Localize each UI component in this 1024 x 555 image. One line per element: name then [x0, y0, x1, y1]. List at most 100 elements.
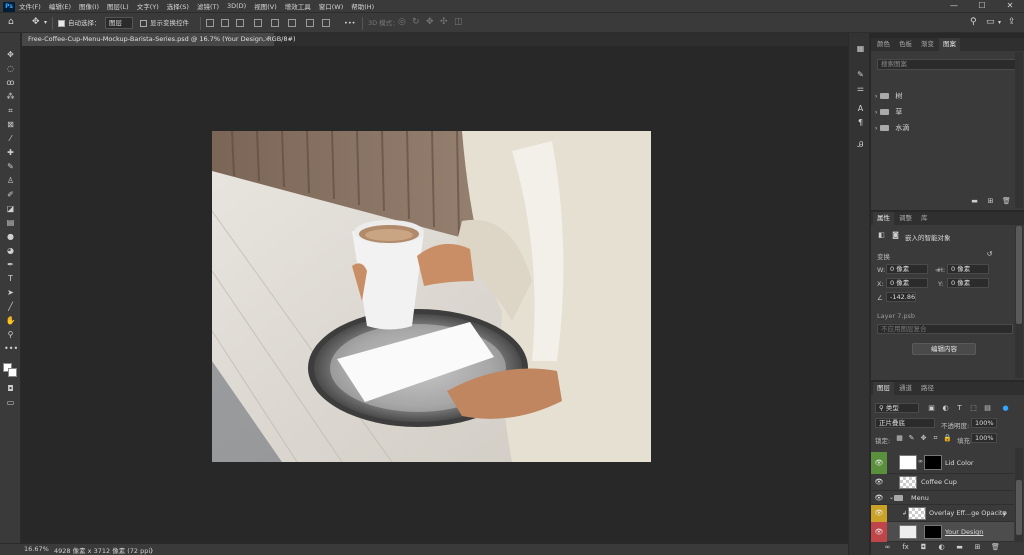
visibility-eye-icon[interactable]: 👁	[871, 522, 887, 542]
menu-filter[interactable]: 滤镜(T)	[197, 1, 219, 11]
frame-tool-icon[interactable]: ⊠	[4, 119, 17, 130]
3d-orbit-icon[interactable]: ◎	[398, 16, 406, 28]
tab-paths[interactable]: 路径	[917, 382, 938, 395]
share-icon[interactable]: ⇪	[1008, 16, 1016, 28]
path-selection-icon[interactable]: ➤	[4, 287, 17, 298]
quick-mask-icon[interactable]: ◘	[4, 383, 17, 394]
crop-tool-icon[interactable]: ⌗	[4, 105, 17, 116]
adjustments-icon[interactable]: ⚌	[855, 83, 866, 94]
edit-toolbar-icon[interactable]: •••	[4, 343, 18, 354]
background-color-swatch[interactable]	[8, 368, 17, 377]
3d-slide-icon[interactable]: ✣	[440, 16, 448, 28]
new-group-icon[interactable]: ▬	[970, 197, 979, 206]
visibility-eye-icon[interactable]: 👁	[871, 452, 887, 474]
layer-group-row[interactable]: 👁 ⌄ Menu	[871, 491, 1014, 505]
new-pattern-icon[interactable]: ⊞	[986, 197, 995, 206]
tab-color[interactable]: 颜色	[873, 38, 894, 51]
lock-position-icon[interactable]: ✥	[919, 434, 928, 443]
lock-image-icon[interactable]: ✎	[907, 434, 916, 443]
tab-patterns[interactable]: 图案	[939, 38, 960, 51]
3d-pan-icon[interactable]: ✥	[426, 16, 434, 28]
brush-settings-icon[interactable]: ✎	[855, 69, 866, 80]
menu-3d[interactable]: 3D(D)	[227, 2, 246, 10]
tab-properties[interactable]: 属性	[873, 212, 894, 225]
visibility-eye-icon[interactable]: 👁	[871, 491, 887, 505]
zoom-level[interactable]: 16.67%	[24, 545, 49, 553]
auto-select-dropdown[interactable]: 图层	[105, 17, 133, 29]
layer-comp-select[interactable]: 不应用图层复合	[877, 324, 1013, 334]
angle-field[interactable]: -142.86	[886, 292, 916, 302]
distribute-icon[interactable]	[306, 19, 314, 27]
filter-pixel-icon[interactable]: ▣	[927, 404, 936, 413]
move-tool-icon[interactable]: ✥	[32, 16, 40, 28]
3d-scale-icon[interactable]: ◫	[454, 16, 463, 28]
pattern-folder-trees[interactable]: › 树	[871, 89, 1024, 104]
filter-shape-icon[interactable]: ⬚	[969, 404, 978, 413]
width-field[interactable]: 0 像素	[886, 264, 928, 274]
chevron-down-icon[interactable]: ▾	[44, 17, 47, 29]
new-group-icon[interactable]: ▬	[955, 543, 964, 552]
menu-image[interactable]: 图像(I)	[79, 1, 99, 11]
blur-tool-icon[interactable]: ●	[4, 231, 17, 242]
eraser-tool-icon[interactable]: ◪	[4, 203, 17, 214]
home-icon[interactable]: ⌂	[8, 16, 14, 28]
close-window-button[interactable]: ✕	[996, 0, 1024, 12]
layer-mask-thumbnail[interactable]	[924, 455, 942, 470]
tab-layers[interactable]: 图层	[873, 382, 894, 395]
color-panel-icon[interactable]: ▦	[855, 43, 866, 54]
distribute-vertical-icon[interactable]	[322, 19, 330, 27]
document-tab[interactable]: Free-Coffee-Cup-Menu-Mockup-Barista-Seri…	[22, 33, 295, 46]
menu-type[interactable]: 文字(Y)	[137, 1, 159, 11]
menu-edit[interactable]: 编辑(E)	[49, 1, 71, 11]
lock-transparent-icon[interactable]: ▦	[895, 434, 904, 443]
layer-mask-thumbnail[interactable]	[924, 525, 942, 539]
glyphs-icon[interactable]: Ꭿ	[855, 139, 866, 150]
tab-gradients[interactable]: 渐变	[917, 38, 938, 51]
link-layers-icon[interactable]: ∞	[883, 543, 892, 552]
search-icon[interactable]: ⚲	[970, 16, 977, 28]
dodge-tool-icon[interactable]: ◕	[4, 245, 17, 256]
x-field[interactable]: 0 像素	[886, 278, 928, 288]
line-tool-icon[interactable]: ╱	[4, 301, 17, 312]
smart-filter-icon[interactable]: ⊕	[1002, 505, 1007, 522]
height-field[interactable]: 0 像素	[947, 264, 989, 274]
layers-scrollbar-thumb[interactable]	[1016, 480, 1022, 535]
type-tool-icon[interactable]: T	[4, 273, 17, 284]
layer-row[interactable]: 👁 ↲ Overlay Eff...ge Opacity ⊕	[871, 505, 1014, 522]
history-brush-icon[interactable]: ✐	[4, 189, 17, 200]
align-right-icon[interactable]	[236, 19, 244, 27]
adjustment-layer-icon[interactable]: ◐	[937, 543, 946, 552]
status-menu-arrow[interactable]: 〉	[150, 545, 157, 555]
eyedropper-icon[interactable]: ⁄	[4, 133, 17, 144]
screen-mode-icon[interactable]: ▭	[4, 397, 17, 408]
character-panel-icon[interactable]: A	[855, 103, 866, 114]
patterns-scrollbar[interactable]	[1015, 52, 1023, 208]
menu-help[interactable]: 帮助(H)	[351, 1, 374, 11]
add-mask-icon[interactable]: ◘	[919, 543, 928, 552]
layer-style-icon[interactable]: fx	[901, 543, 910, 552]
brush-tool-icon[interactable]: ✎	[4, 161, 17, 172]
tab-swatches[interactable]: 色板	[895, 38, 916, 51]
align-middle-icon[interactable]	[271, 19, 279, 27]
opacity-field[interactable]: 100%	[971, 418, 997, 428]
maximize-button[interactable]: ☐	[968, 0, 996, 12]
tab-libraries[interactable]: 库	[917, 212, 932, 225]
auto-select-checkbox[interactable]: 自动选择：	[58, 17, 101, 29]
layer-row-selected[interactable]: 👁 Your Design	[871, 522, 1014, 542]
new-layer-icon[interactable]: ⊞	[973, 543, 982, 552]
more-options-button[interactable]: •••	[344, 17, 356, 29]
menu-plugins[interactable]: 增效工具	[285, 1, 311, 11]
filter-toggle-icon[interactable]: ●	[1001, 404, 1010, 413]
align-bottom-icon[interactable]	[288, 19, 296, 27]
filter-adjustment-icon[interactable]: ◐	[941, 404, 950, 413]
healing-brush-icon[interactable]: ✚	[4, 147, 17, 158]
magic-wand-icon[interactable]: ⁂	[4, 91, 17, 102]
layer-row[interactable]: 👁 ∞ Lid Color	[871, 452, 1014, 474]
filter-smart-object-icon[interactable]: ▤	[983, 404, 992, 413]
align-center-icon[interactable]	[221, 19, 229, 27]
paragraph-panel-icon[interactable]: ¶	[855, 117, 866, 128]
gradient-tool-icon[interactable]: ▤	[4, 217, 17, 228]
filter-type-icon[interactable]: T	[955, 404, 964, 413]
properties-scrollbar-thumb[interactable]	[1016, 226, 1022, 324]
close-tab-icon[interactable]: ×	[265, 33, 270, 46]
